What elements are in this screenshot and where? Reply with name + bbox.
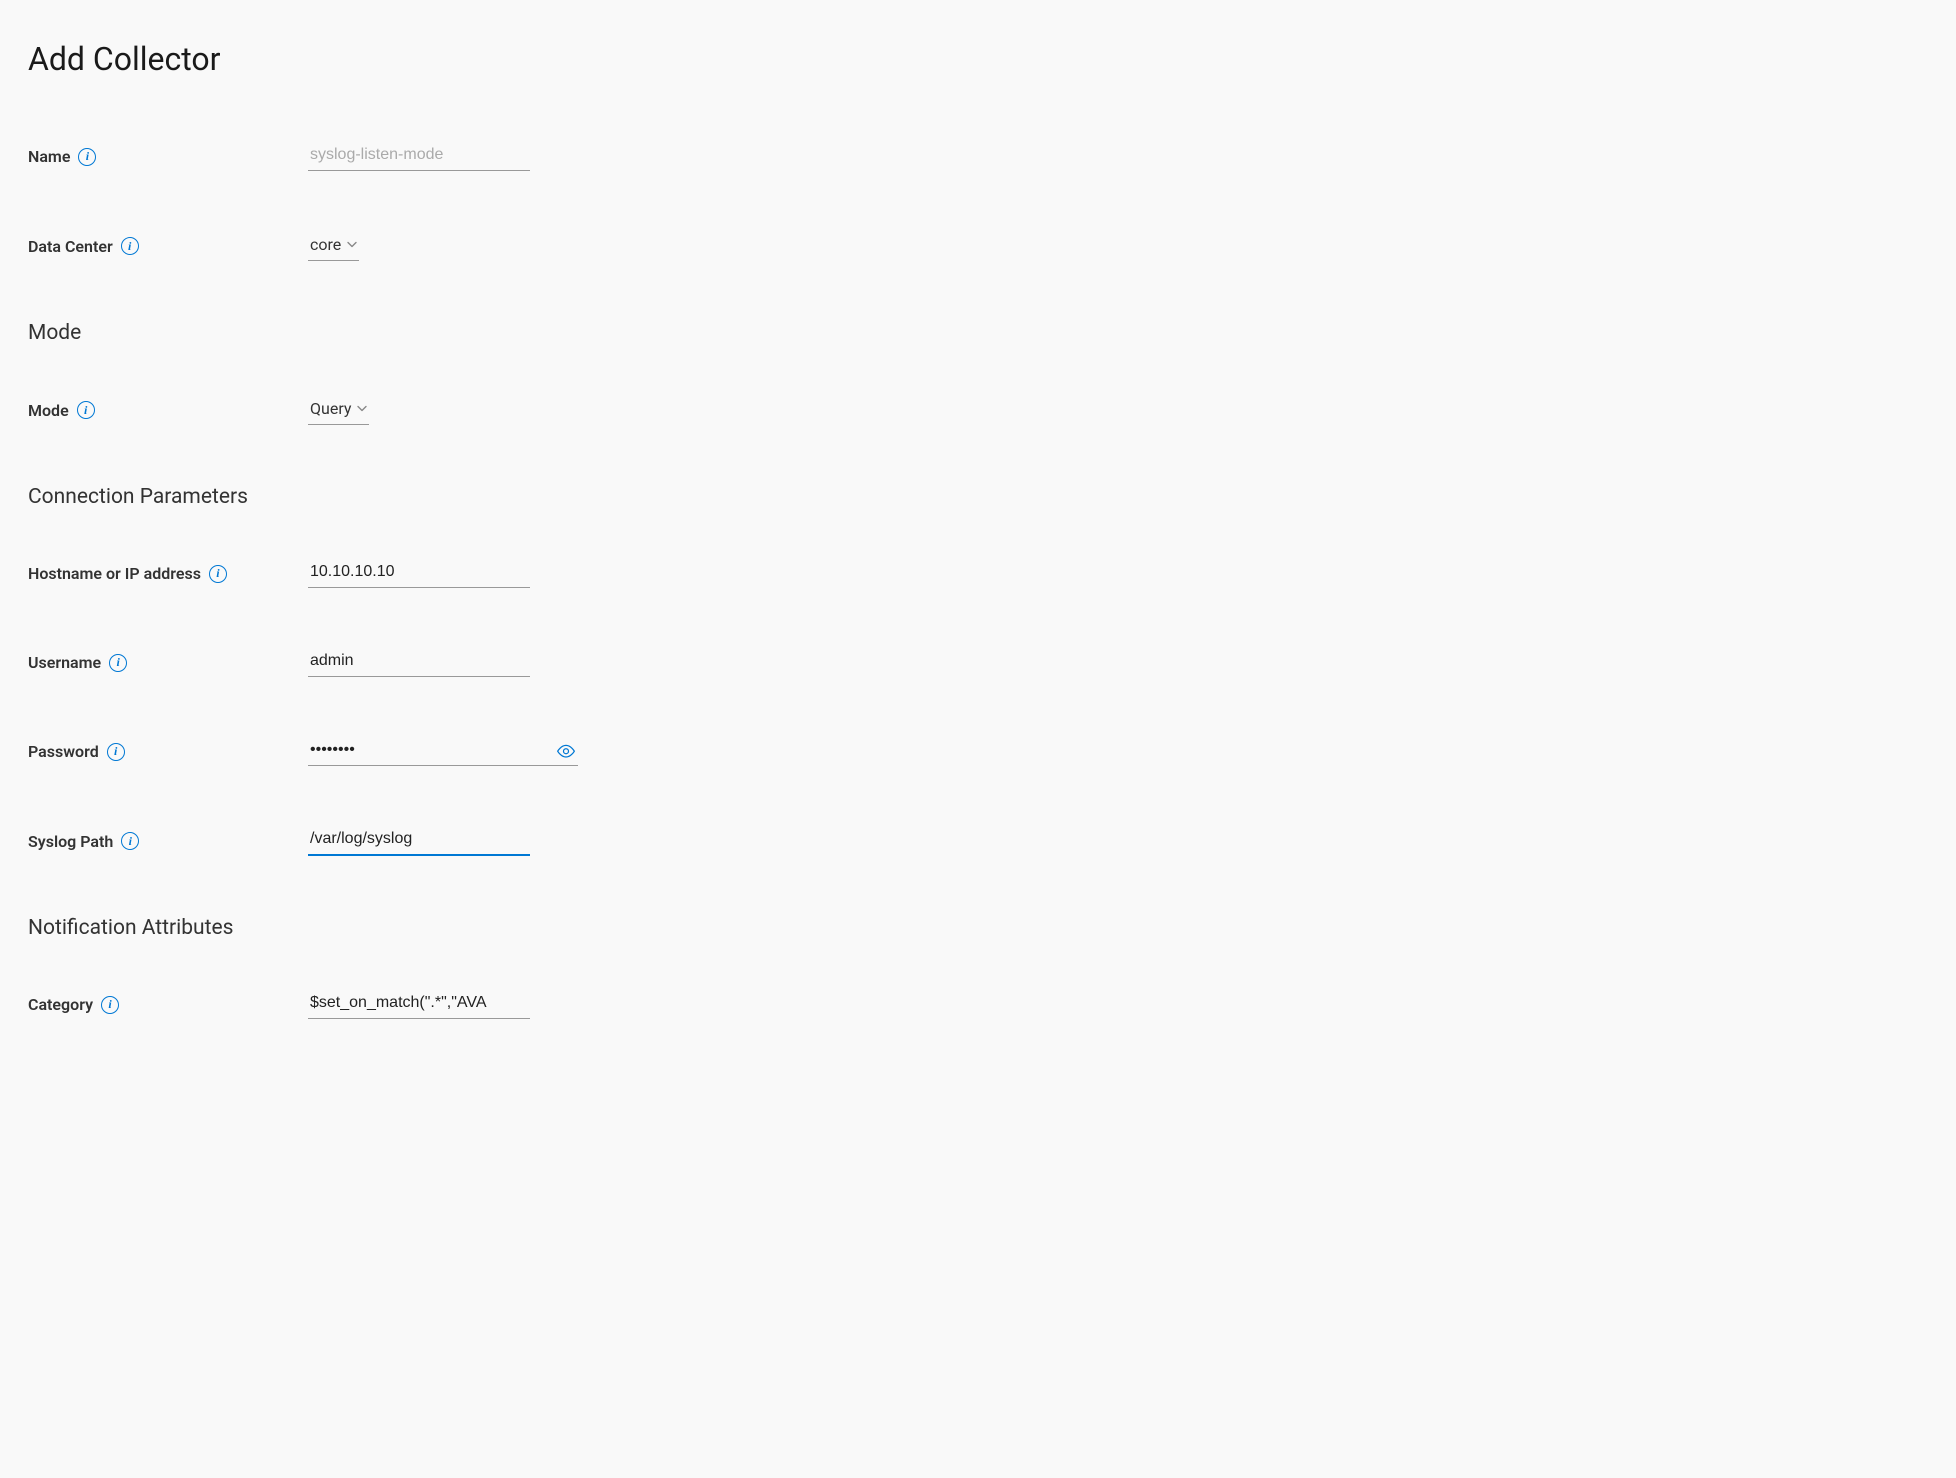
data-center-label: Data Center	[28, 237, 113, 256]
password-input[interactable]	[308, 737, 578, 766]
chevron-down-icon	[347, 240, 357, 250]
info-icon[interactable]: i	[109, 654, 127, 672]
password-label: Password	[28, 742, 99, 761]
data-center-value: core	[310, 235, 341, 254]
connection-section-heading: Connection Parameters	[28, 485, 1928, 509]
name-row: Name i	[28, 142, 1928, 171]
syslog-path-label: Syslog Path	[28, 832, 113, 851]
syslog-path-row: Syslog Path i	[28, 826, 1928, 856]
mode-row: Mode i Query	[28, 395, 1928, 425]
info-icon[interactable]: i	[209, 565, 227, 583]
username-input[interactable]	[308, 648, 530, 677]
hostname-label: Hostname or IP address	[28, 564, 201, 583]
info-icon[interactable]: i	[101, 996, 119, 1014]
data-center-row: Data Center i core	[28, 231, 1928, 261]
category-row: Category i	[28, 990, 1928, 1019]
mode-select[interactable]: Query	[308, 395, 369, 425]
notification-section-heading: Notification Attributes	[28, 916, 1928, 940]
syslog-path-input[interactable]	[308, 826, 530, 856]
mode-label: Mode	[28, 401, 69, 420]
info-icon[interactable]: i	[78, 148, 96, 166]
info-icon[interactable]: i	[121, 832, 139, 850]
hostname-input[interactable]	[308, 559, 530, 588]
username-label: Username	[28, 653, 101, 672]
category-input[interactable]	[308, 990, 530, 1019]
eye-icon[interactable]	[556, 743, 576, 759]
category-label: Category	[28, 995, 93, 1014]
info-icon[interactable]: i	[77, 401, 95, 419]
data-center-select[interactable]: core	[308, 231, 359, 261]
hostname-row: Hostname or IP address i	[28, 559, 1928, 588]
mode-value: Query	[310, 399, 351, 418]
name-label: Name	[28, 147, 70, 166]
info-icon[interactable]: i	[107, 743, 125, 761]
page-title: Add Collector	[28, 40, 1928, 78]
chevron-down-icon	[357, 404, 367, 414]
mode-section-heading: Mode	[28, 321, 1928, 345]
name-input[interactable]	[308, 142, 530, 171]
username-row: Username i	[28, 648, 1928, 677]
info-icon[interactable]: i	[121, 237, 139, 255]
password-row: Password i	[28, 737, 1928, 766]
